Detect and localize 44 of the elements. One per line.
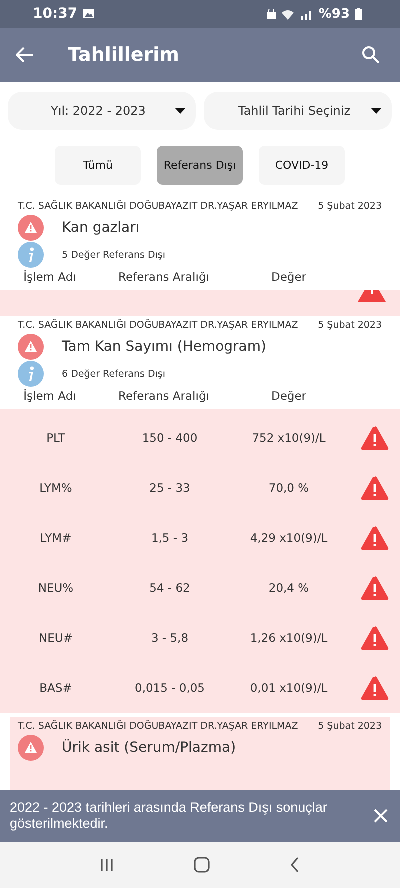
snackbar-message: 2022 - 2023 tarihleri arasında Referans Dışı sonuçlar gösterilmektedir. (10, 800, 328, 832)
hospital-name: T.C. SAĞLIK BAKANLIĞI DOĞUBAYAZIT DR.YAŞAR ERYILMAZ (18, 721, 298, 732)
table-cell-text: 54 - 62 (148, 581, 192, 595)
filter-button[interactable]: Referans Dışı (157, 146, 243, 185)
table-cell-text: 3 - 5,8 (150, 631, 190, 645)
table-cell-text: NEU# (38, 631, 74, 645)
result-date: 5 Şubat 2023 (318, 320, 382, 331)
test-name[interactable]: Tam Kan Sayımı (Hemogram) (62, 339, 266, 355)
column-header: Değer (270, 270, 308, 284)
test-name[interactable]: Ürik asit (Serum/Plazma) (62, 740, 236, 756)
table-cell-text: 70,0 % (268, 481, 310, 495)
battery-level: %93 (318, 6, 350, 22)
table-cell-text: 25 - 33 (148, 481, 192, 495)
out-of-range-count: 5 Değer Referans Dışı (62, 250, 166, 260)
table-cell-text: 0,015 - 0,05 (134, 681, 206, 695)
result-date: 5 Şubat 2023 (318, 201, 382, 212)
table-cell-text: PLT (46, 431, 66, 445)
table-cell-text: 150 - 400 (141, 431, 199, 445)
column-header: Referans Aralığı (118, 270, 210, 284)
table-cell-text: 1,5 - 3 (150, 531, 190, 545)
column-header: Değer (270, 389, 308, 403)
filter-button[interactable]: Tümü (55, 146, 141, 185)
table-cell-text: LYM% (38, 481, 74, 495)
table-cell-text: 752 x10(9)/L (251, 431, 327, 445)
result-date: 5 Şubat 2023 (318, 721, 382, 732)
filter-button[interactable]: COVID-19 (259, 146, 345, 185)
out-of-range-count: 6 Değer Referans Dışı (62, 368, 166, 380)
table-cell-text: 1,26 x10(9)/L (249, 631, 329, 645)
hospital-name: T.C. SAĞLIK BAKANLIĞI DOĞUBAYAZIT DR.YAŞAR ERYILMAZ (18, 201, 298, 212)
table-cell-text: 4,29 x10(9)/L (249, 531, 329, 545)
table-cell-text: NEU% (37, 581, 75, 595)
screen-title: Tahlillerim (68, 44, 180, 66)
dropdown[interactable]: Yıl: 2022 - 2023 (8, 92, 196, 130)
table-cell-text: 0,01 x10(9)/L (249, 681, 329, 695)
table-cell-text: LYM# (39, 531, 73, 545)
column-header: İşlem Adı (22, 389, 78, 403)
column-header: Referans Aralığı (118, 389, 210, 403)
column-header: İşlem Adı (22, 270, 78, 284)
hospital-name: T.C. SAĞLIK BAKANLIĞI DOĞUBAYAZIT DR.YAŞAR ERYILMAZ (18, 320, 298, 331)
table-cell-text: 20,4 % (268, 581, 310, 595)
table-cell-text: BAS# (38, 681, 74, 695)
status-time: 10:37 (33, 6, 78, 22)
dropdown[interactable]: Tahlil Tarihi Seçiniz (204, 92, 392, 130)
test-name[interactable]: Kan gazları (62, 220, 140, 236)
